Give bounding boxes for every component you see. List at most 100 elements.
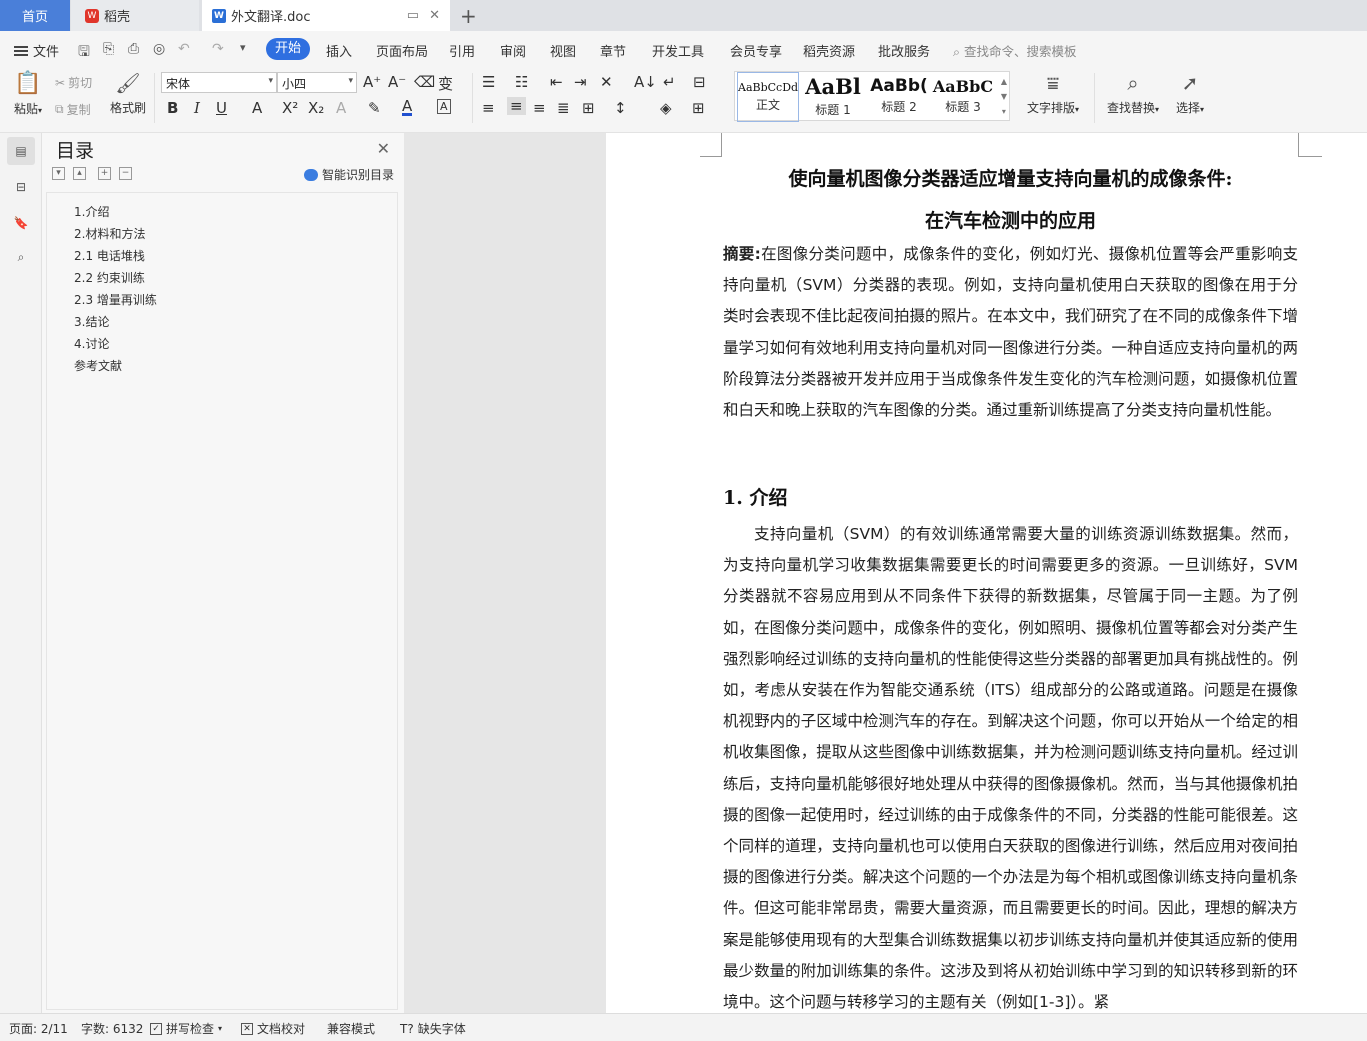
shrink-font-icon[interactable]: A⁻ xyxy=(388,73,406,91)
align-center-icon[interactable]: ≡ xyxy=(507,97,526,115)
select-button[interactable]: ➚ 选择▾ xyxy=(1170,71,1210,116)
collapse-all-icon[interactable]: ▴ xyxy=(73,167,86,180)
word-count[interactable]: 字数: 6132 xyxy=(81,1020,143,1037)
text-effect-icon[interactable]: A xyxy=(336,99,346,117)
style-heading-3[interactable]: AaBbC 标题 3 xyxy=(931,72,995,122)
style-normal[interactable]: AaBbCcDd 正文 xyxy=(737,72,799,122)
menu-references[interactable]: 引用 xyxy=(449,41,475,60)
toc-item[interactable]: 2.材料和方法 xyxy=(74,225,145,242)
tab-daoke[interactable]: W 稻壳 xyxy=(71,0,199,31)
underline-icon[interactable]: U xyxy=(216,99,227,117)
section-heading: 1. 介绍 xyxy=(723,487,788,509)
sort-icon[interactable]: A↓ xyxy=(634,73,657,91)
compat-mode[interactable]: 兼容模式 xyxy=(327,1020,375,1037)
float-window-icon[interactable]: ▭ xyxy=(407,8,419,23)
menu-correction[interactable]: 批改服务 xyxy=(878,41,930,60)
redo-icon[interactable]: ↷ xyxy=(212,41,224,57)
print-icon[interactable]: ⎙ xyxy=(128,41,139,57)
italic-icon[interactable]: I xyxy=(194,99,200,117)
borders-icon[interactable]: ⊞ xyxy=(692,99,705,117)
increase-indent-icon[interactable]: ⇥ xyxy=(574,73,587,91)
align-right-icon[interactable]: ≡ xyxy=(533,99,546,117)
align-left-icon[interactable]: ≡ xyxy=(482,99,495,117)
new-tab-button[interactable]: + xyxy=(460,4,477,28)
copy-button[interactable]: ⧉ 复制 xyxy=(55,101,91,118)
toc-item[interactable]: 参考文献 xyxy=(74,357,122,374)
bullet-list-icon[interactable]: ☰ xyxy=(482,73,495,91)
menu-member[interactable]: 会员专享 xyxy=(730,41,782,60)
decrease-indent-icon[interactable]: ⇤ xyxy=(550,73,563,91)
chevron-down-icon: ▾ xyxy=(348,76,353,86)
close-tab-icon[interactable]: ✕ xyxy=(429,8,440,23)
line-spacing-icon[interactable]: ↕ xyxy=(614,99,627,117)
doc-proof-button[interactable]: ✕ 文档校对 xyxy=(241,1020,305,1037)
chapter-nav-icon[interactable]: ⊟ xyxy=(7,173,35,201)
menu-developer[interactable]: 开发工具 xyxy=(652,41,704,60)
tab-home[interactable]: 首页 xyxy=(0,0,70,31)
format-painter-button[interactable]: 🖌 格式刷 xyxy=(108,71,148,116)
missing-font-button[interactable]: T? 缺失字体 xyxy=(400,1020,466,1037)
chevron-down-icon: ▾ xyxy=(268,76,273,86)
font-family-select[interactable]: 宋体 ▾ xyxy=(161,72,277,93)
remove-heading-icon[interactable]: − xyxy=(119,167,132,180)
toc-item[interactable]: 2.3 增量再训练 xyxy=(74,291,157,308)
shading-icon[interactable]: ◈ xyxy=(660,99,672,117)
page-indicator[interactable]: 页面: 2/11 xyxy=(9,1020,68,1037)
table-tools-icon[interactable]: ⊟ xyxy=(693,73,706,91)
search-icon[interactable]: ⌕ xyxy=(7,243,35,271)
font-size-select[interactable]: 小四 ▾ xyxy=(277,72,357,93)
toc-item[interactable]: 3.结论 xyxy=(74,313,109,330)
find-replace-button[interactable]: ⌕ 查找替换▾ xyxy=(1104,71,1162,116)
undo-icon[interactable]: ↶ xyxy=(178,41,190,57)
grow-font-icon[interactable]: A⁺ xyxy=(363,73,381,91)
tab-home-ribbon[interactable]: 开始 xyxy=(266,38,310,60)
expand-all-icon[interactable]: ▾ xyxy=(52,167,65,180)
show-marks-icon[interactable]: ↵ xyxy=(663,73,676,91)
bookmark-icon[interactable]: 🔖 xyxy=(7,209,35,237)
smart-toc-button[interactable]: 智能识别目录 xyxy=(303,166,394,183)
phonetic-icon[interactable]: 变 xyxy=(438,73,453,94)
menu-daoke-resources[interactable]: 稻壳资源 xyxy=(803,41,855,60)
subscript-icon[interactable]: X₂ xyxy=(308,99,324,117)
paste-button[interactable]: 📋 粘贴▾ xyxy=(10,71,46,117)
bold-icon[interactable]: B xyxy=(167,99,178,117)
toc-item[interactable]: 1.介绍 xyxy=(74,203,109,220)
print-preview-icon[interactable]: ◎ xyxy=(153,41,165,57)
justify-icon[interactable]: ≣ xyxy=(557,99,570,117)
toc-item[interactable]: 4.讨论 xyxy=(74,335,109,352)
menu-view[interactable]: 视图 xyxy=(550,41,576,60)
menu-section[interactable]: 章节 xyxy=(600,41,626,60)
menu-page-layout[interactable]: 页面布局 xyxy=(376,41,428,60)
highlight-icon[interactable]: ✎ xyxy=(368,99,381,117)
toc-item[interactable]: 2.2 约束训练 xyxy=(74,269,145,286)
save-icon[interactable]: 🖫 xyxy=(78,41,90,65)
chinese-layout-icon[interactable]: ✕ xyxy=(600,73,613,91)
text-layout-button[interactable]: ⩸ 文字排版▾ xyxy=(1025,71,1081,116)
distribute-icon[interactable]: ⊞ xyxy=(582,99,595,117)
command-search[interactable]: ⌕ 查找命令、搜索模板 xyxy=(953,41,1077,60)
superscript-icon[interactable]: X² xyxy=(282,99,298,117)
font-color-icon[interactable]: A xyxy=(402,99,413,116)
menu-review[interactable]: 审阅 xyxy=(500,41,526,60)
toc-title: 目录 xyxy=(56,140,95,162)
close-icon[interactable]: ✕ xyxy=(377,139,390,158)
strikethrough-icon[interactable]: A xyxy=(252,99,262,117)
numbered-list-icon[interactable]: ☷ xyxy=(515,73,528,91)
customize-toolbar-icon[interactable]: ▾ xyxy=(240,41,246,54)
char-border-icon[interactable]: A xyxy=(437,99,451,114)
add-heading-icon[interactable]: + xyxy=(98,167,111,180)
menu-insert[interactable]: 插入 xyxy=(326,41,352,60)
toc-tools: ▾ ▴ + − xyxy=(52,167,132,180)
file-menu[interactable]: 文件 xyxy=(14,41,59,60)
style-gallery-scroll[interactable]: ▲ ▼ ▾ xyxy=(1001,74,1007,119)
style-heading-1[interactable]: AaBl 标题 1 xyxy=(801,72,865,122)
style-heading-2[interactable]: AaBb( 标题 2 xyxy=(867,72,931,122)
spell-check-button[interactable]: ✓ 拼写检查 ▾ xyxy=(150,1020,222,1037)
clear-format-icon[interactable]: ⌫ xyxy=(414,73,435,91)
export-pdf-icon[interactable]: ⎘ xyxy=(103,41,114,57)
cut-button[interactable]: ✂ 剪切 xyxy=(55,74,92,91)
toc-panel-icon[interactable]: ▤ xyxy=(7,137,35,165)
toc-item[interactable]: 2.1 电话堆栈 xyxy=(74,247,145,264)
copy-label: 复制 xyxy=(66,103,91,117)
tab-document[interactable]: W 外文翻译.doc ▭ ✕ xyxy=(202,0,450,31)
